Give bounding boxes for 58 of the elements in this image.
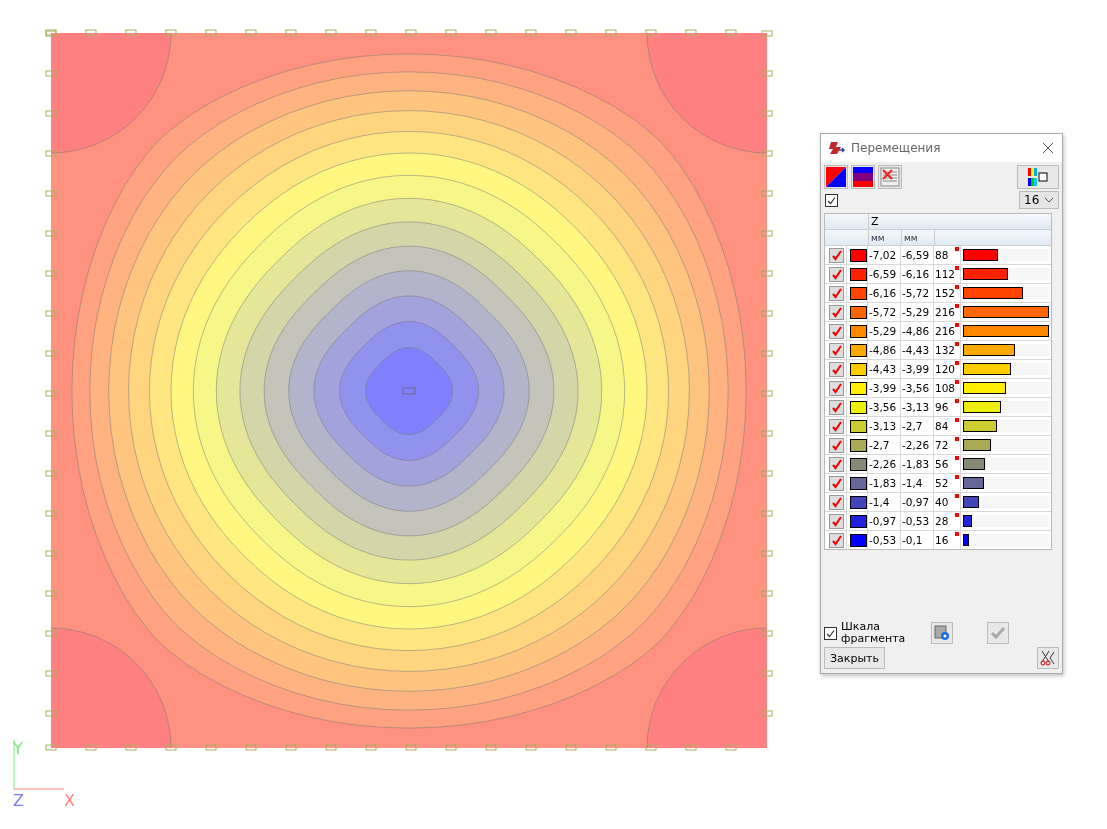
column-group-header: Z: [868, 214, 1051, 229]
range-to-cell: -1,4: [901, 474, 934, 492]
range-to-cell: -0,53: [901, 512, 934, 530]
count-cell: 152: [935, 287, 956, 299]
range-from-cell: -6,59: [868, 265, 901, 283]
count-cell: 28: [935, 515, 949, 527]
unit-header: мм: [901, 230, 934, 245]
unit-header: мм: [868, 230, 901, 245]
range-from-cell: -3,13: [868, 417, 901, 435]
range-from-cell: -6,16: [868, 284, 901, 302]
count-cell: 112: [935, 268, 956, 280]
count-cell: 56: [935, 458, 949, 470]
range-to-cell: -3,99: [901, 360, 934, 378]
axis-z-label: Z: [13, 791, 24, 810]
range-from-cell: -0,53: [868, 531, 901, 549]
close-button[interactable]: Закрыть: [824, 647, 885, 669]
count-cell: 84: [935, 420, 949, 432]
count-cell: 216: [935, 306, 956, 318]
range-from-cell: -1,83: [868, 474, 901, 492]
count-cell: 88: [935, 249, 949, 261]
count-cell: 132: [935, 344, 956, 356]
range-to-cell: -2,7: [901, 417, 934, 435]
count-cell: 16: [935, 534, 949, 546]
range-to-cell: -2,26: [901, 436, 934, 454]
count-cell: 108: [935, 382, 956, 394]
range-from-cell: -5,29: [868, 322, 901, 340]
range-from-cell: -5,72: [868, 303, 901, 321]
range-from-cell: -2,7: [868, 436, 901, 454]
window-title: Перемещения: [851, 141, 942, 155]
range-from-cell: -2,26: [868, 455, 901, 473]
count-cell: 96: [935, 401, 949, 413]
range-to-cell: -0,1: [901, 531, 934, 549]
range-from-cell: -3,99: [868, 379, 901, 397]
count-cell: 120: [935, 363, 956, 375]
range-to-cell: -3,13: [901, 398, 934, 416]
range-to-cell: -0,97: [901, 493, 934, 511]
fragment-scale-label: Шкала фрагмента: [841, 621, 907, 645]
range-to-cell: -6,16: [901, 265, 934, 283]
range-to-cell: -3,56: [901, 379, 934, 397]
range-from-cell: -0,97: [868, 512, 901, 530]
count-cell: 216: [935, 325, 956, 337]
count-cell: 72: [935, 439, 949, 451]
count-cell: 40: [935, 496, 949, 508]
range-to-cell: -1,83: [901, 455, 934, 473]
range-to-cell: -6,59: [901, 246, 934, 264]
axis-x-label: X: [64, 791, 75, 810]
range-to-cell: -5,29: [901, 303, 934, 321]
range-to-cell: -5,72: [901, 284, 934, 302]
range-from-cell: -1,4: [868, 493, 901, 511]
range-from-cell: -7,02: [868, 246, 901, 264]
range-from-cell: -4,43: [868, 360, 901, 378]
count-cell: 52: [935, 477, 949, 489]
range-to-cell: -4,43: [901, 341, 934, 359]
axis-y-label: Y: [13, 739, 23, 758]
range-from-cell: -3,56: [868, 398, 901, 416]
levels-dropdown[interactable]: 16: [1019, 191, 1059, 209]
range-to-cell: -4,86: [901, 322, 934, 340]
range-from-cell: -4,86: [868, 341, 901, 359]
